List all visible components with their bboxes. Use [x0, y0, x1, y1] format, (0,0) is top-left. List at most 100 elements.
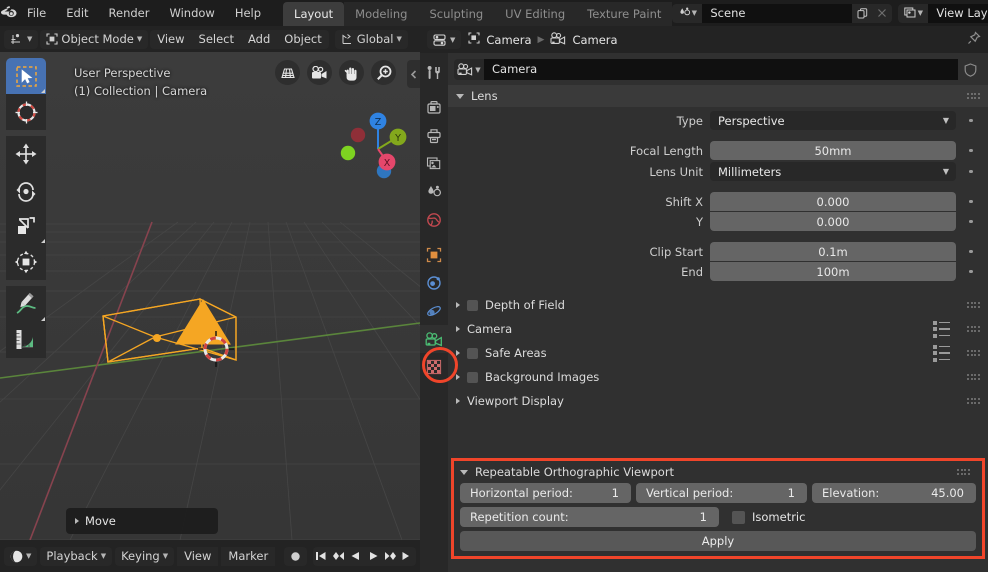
tool-expand-corner[interactable]	[41, 239, 45, 243]
panel-drag-grip[interactable]	[957, 469, 970, 475]
panel-drag-grip[interactable]	[967, 350, 980, 356]
new-scene-icon[interactable]	[852, 3, 873, 23]
tool-annotate[interactable]	[6, 286, 46, 322]
background-images-checkbox[interactable]	[467, 371, 478, 383]
tool-cursor[interactable]	[6, 94, 46, 130]
chevron-left-icon[interactable]	[407, 60, 420, 88]
zoom-view-icon[interactable]	[371, 60, 396, 85]
zoom-region-icon[interactable]	[275, 60, 300, 85]
view-layer-icon[interactable]: ▼	[898, 3, 929, 23]
workspace-tab-layout[interactable]: Layout	[283, 2, 345, 26]
properties-tab-output[interactable]	[420, 122, 448, 150]
animate-property-dot[interactable]	[963, 219, 979, 224]
tool-move[interactable]	[6, 136, 46, 172]
play-icon[interactable]	[364, 547, 381, 566]
jump-end-icon[interactable]	[399, 547, 416, 566]
collapse-triangle-icon[interactable]	[460, 469, 468, 475]
rov-repetition-count-field[interactable]: Repetition count: 1	[460, 507, 719, 527]
animate-property-dot[interactable]	[963, 118, 979, 123]
panel-header-depth-of-field[interactable]: Depth of Field	[448, 293, 988, 317]
jump-start-icon[interactable]	[313, 547, 330, 566]
rov-vertical-period-field[interactable]: Vertical period: 1	[636, 483, 807, 503]
preset-list-icon[interactable]	[933, 344, 951, 362]
scene-icon[interactable]: ▼	[672, 3, 703, 23]
record-icon[interactable]	[284, 546, 307, 566]
animate-property-dot[interactable]	[963, 269, 979, 274]
properties-tab-world[interactable]	[420, 206, 448, 234]
panel-drag-grip[interactable]	[967, 374, 980, 380]
timeline-menu-playback[interactable]: Playback ▼	[40, 546, 113, 566]
rov-horizontal-period-field[interactable]: Horizontal period: 1	[460, 483, 631, 503]
panel-header-background-images[interactable]: Background Images	[448, 365, 988, 389]
rov-elevation-field[interactable]: Elevation: 45.00	[812, 483, 976, 503]
depth-of-field-checkbox[interactable]	[467, 299, 478, 311]
panel-drag-grip[interactable]	[967, 302, 980, 308]
property-value-type[interactable]: Perspective ▼	[710, 111, 956, 130]
expand-triangle-icon[interactable]	[456, 374, 460, 380]
camera-data-name[interactable]: Camera	[484, 59, 958, 80]
property-value-clip-end[interactable]: 100m	[710, 262, 956, 281]
panel-drag-grip[interactable]	[967, 398, 980, 404]
menu-help[interactable]: Help	[225, 3, 271, 23]
rov-apply-button[interactable]: Apply	[460, 531, 976, 551]
scene-name[interactable]: Scene	[702, 3, 853, 23]
properties-tab-physics[interactable]	[420, 297, 448, 325]
pin-icon[interactable]	[967, 31, 981, 48]
blender-logo-icon[interactable]	[0, 5, 17, 21]
properties-tab-view-layer[interactable]	[420, 150, 448, 178]
workspace-tab-modeling[interactable]: Modeling	[344, 2, 419, 26]
camera-view-icon[interactable]	[307, 60, 332, 85]
workspace-tab-uv-editing[interactable]: UV Editing	[494, 2, 577, 26]
menu-file[interactable]: File	[17, 3, 56, 23]
tool-expand-corner[interactable]	[41, 317, 45, 321]
collapse-triangle-icon[interactable]	[456, 93, 464, 99]
expand-triangle-icon[interactable]	[75, 518, 79, 524]
viewport-menu-add[interactable]: Add	[241, 30, 277, 49]
tool-transform[interactable]	[6, 244, 46, 280]
workspace-tab-texture-paint[interactable]: Texture Paint	[576, 2, 673, 26]
animate-property-dot[interactable]	[963, 169, 979, 174]
panel-drag-grip[interactable]	[967, 93, 980, 99]
scene-selector[interactable]: ▼ Scene	[672, 3, 893, 23]
panel-header-camera[interactable]: Camera	[448, 317, 988, 341]
menu-render[interactable]: Render	[99, 3, 160, 23]
next-keyframe-icon[interactable]	[382, 547, 399, 566]
play-reverse-icon[interactable]	[347, 547, 364, 566]
viewport-menu-object[interactable]: Object	[277, 30, 328, 49]
menu-edit[interactable]: Edit	[56, 3, 98, 23]
editor-type-properties-icon[interactable]: ▼	[427, 30, 462, 49]
transform-orientation-selector[interactable]: Global ▼	[334, 29, 408, 49]
expand-triangle-icon[interactable]	[456, 326, 460, 332]
shield-icon[interactable]	[958, 59, 982, 80]
properties-tab-render[interactable]	[420, 94, 448, 122]
view-layer-name[interactable]: View Layer	[928, 3, 988, 23]
prev-keyframe-icon[interactable]	[330, 547, 347, 566]
property-value-shift-y[interactable]: 0.000	[710, 212, 956, 231]
timeline-menu-view[interactable]: View	[177, 546, 219, 566]
expand-triangle-icon[interactable]	[456, 302, 460, 308]
property-value-shift-x[interactable]: 0.000	[710, 192, 956, 211]
properties-tab-object[interactable]	[420, 241, 448, 269]
tool-select-box[interactable]	[6, 58, 46, 94]
rov-isometric-checkbox-row[interactable]: Isometric	[724, 507, 805, 527]
tool-expand-corner[interactable]	[41, 89, 45, 93]
properties-tab-object-data-camera[interactable]	[420, 325, 448, 353]
mode-selector[interactable]: Object Mode ▼	[40, 29, 149, 49]
viewport-menu-view[interactable]: View	[150, 30, 191, 49]
properties-tab-texture[interactable]	[420, 353, 448, 381]
panel-header-rov[interactable]: Repeatable Orthographic Viewport	[454, 461, 982, 483]
viewport-3d[interactable]: User Perspective (1) Collection | Camera	[0, 52, 420, 540]
panel-drag-grip[interactable]	[967, 326, 980, 332]
pan-view-icon[interactable]	[339, 60, 364, 85]
tool-rotate[interactable]	[6, 172, 46, 208]
animate-property-dot[interactable]	[963, 148, 979, 153]
property-value-clip-start[interactable]: 0.1m	[710, 242, 956, 261]
unlink-scene-icon[interactable]	[872, 3, 893, 23]
properties-tab-tool[interactable]	[420, 59, 448, 87]
viewport-axis-gizmo[interactable]: Z Y X	[334, 107, 408, 181]
menu-window[interactable]: Window	[159, 3, 224, 23]
viewport-menu-select[interactable]: Select	[192, 30, 241, 49]
view-layer-selector[interactable]: ▼ View Layer	[898, 3, 988, 23]
breadcrumb-object-label[interactable]: Camera	[486, 33, 531, 47]
tool-scale[interactable]	[6, 208, 46, 244]
